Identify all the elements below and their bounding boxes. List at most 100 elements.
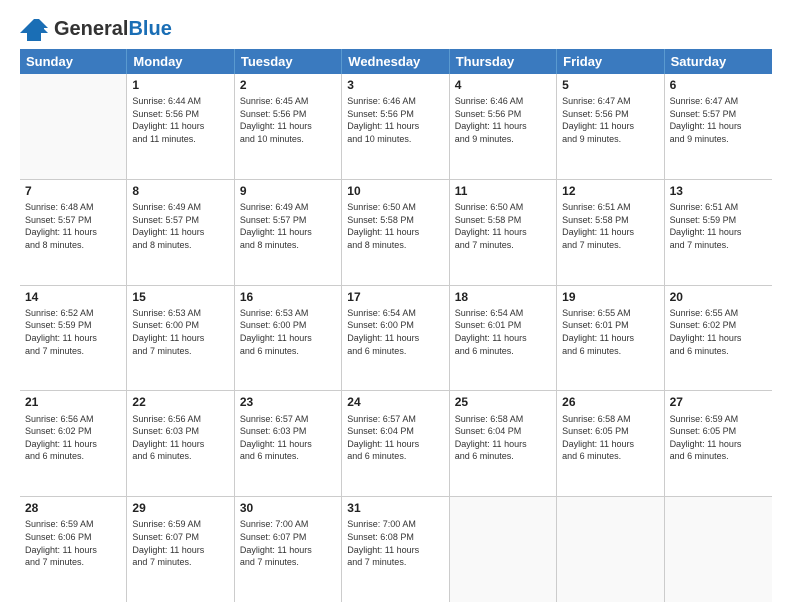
calendar-cell: 25 Sunrise: 6:58 AMSunset: 6:04 PMDayligh… [450,391,557,496]
calendar-cell: 14Sunrise: 6:52 AMSunset: 5:59 PMDayligh… [20,286,127,391]
day-info: Sunrise: 6:46 AMSunset: 5:56 PMDaylight:… [455,95,551,145]
day-info: Sunrise: 6:55 AMSunset: 6:01 PMDaylight:… [562,307,658,357]
calendar-cell: 28 Sunrise: 6:59 AMSunset: 6:06 PMDayligh… [20,497,127,602]
calendar-cell: 22 Sunrise: 6:56 AMSunset: 6:03 PMDayligh… [127,391,234,496]
day-number: 9 [240,183,336,199]
calendar-cell: 19 Sunrise: 6:55 AMSunset: 6:01 PMDayligh… [557,286,664,391]
day-info: Sunrise: 7:00 AMSunset: 6:08 PMDaylight:… [347,518,443,568]
day-number: 18 [455,289,551,305]
day-info: Sunrise: 6:45 AMSunset: 5:56 PMDaylight:… [240,95,336,145]
calendar-cell [450,497,557,602]
calendar-cell: 12 Sunrise: 6:51 AMSunset: 5:58 PMDayligh… [557,180,664,285]
calendar-cell: 1Sunrise: 6:44 AMSunset: 5:56 PMDaylight… [127,74,234,179]
header-day-friday: Friday [557,49,664,74]
day-number: 16 [240,289,336,305]
calendar-cell: 11Sunrise: 6:50 AMSunset: 5:58 PMDayligh… [450,180,557,285]
day-info: Sunrise: 6:51 AMSunset: 5:58 PMDaylight:… [562,201,658,251]
calendar-cell: 13 Sunrise: 6:51 AMSunset: 5:59 PMDayligh… [665,180,772,285]
day-number: 28 [25,500,121,516]
calendar-week-5: 28 Sunrise: 6:59 AMSunset: 6:06 PMDayligh… [20,497,772,602]
calendar-cell: 21Sunrise: 6:56 AMSunset: 6:02 PMDayligh… [20,391,127,496]
calendar-cell: 17Sunrise: 6:54 AMSunset: 6:00 PMDayligh… [342,286,449,391]
day-number: 20 [670,289,767,305]
day-info: Sunrise: 6:49 AMSunset: 5:57 PMDaylight:… [240,201,336,251]
day-number: 10 [347,183,443,199]
day-number: 31 [347,500,443,516]
calendar-week-4: 21Sunrise: 6:56 AMSunset: 6:02 PMDayligh… [20,391,772,497]
day-number: 13 [670,183,767,199]
logo: GeneralBlue [20,18,172,41]
day-number: 30 [240,500,336,516]
day-info: Sunrise: 6:58 AMSunset: 6:05 PMDaylight:… [562,413,658,463]
day-info: Sunrise: 6:46 AMSunset: 5:56 PMDaylight:… [347,95,443,145]
day-number: 6 [670,77,767,93]
day-info: Sunrise: 6:57 AMSunset: 6:03 PMDaylight:… [240,413,336,463]
calendar-cell [665,497,772,602]
day-number: 3 [347,77,443,93]
day-number: 15 [132,289,228,305]
header: GeneralBlue [20,18,772,41]
calendar-cell: 23 Sunrise: 6:57 AMSunset: 6:03 PMDayligh… [235,391,342,496]
calendar-cell: 26 Sunrise: 6:58 AMSunset: 6:05 PMDayligh… [557,391,664,496]
calendar-cell: 2 Sunrise: 6:45 AMSunset: 5:56 PMDaylight… [235,74,342,179]
day-info: Sunrise: 6:58 AMSunset: 6:04 PMDaylight:… [455,413,551,463]
calendar-cell: 16 Sunrise: 6:53 AMSunset: 6:00 PMDayligh… [235,286,342,391]
day-info: Sunrise: 6:47 AMSunset: 5:56 PMDaylight:… [562,95,658,145]
day-info: Sunrise: 6:54 AMSunset: 6:01 PMDaylight:… [455,307,551,357]
day-info: Sunrise: 6:55 AMSunset: 6:02 PMDaylight:… [670,307,767,357]
day-number: 12 [562,183,658,199]
header-day-thursday: Thursday [450,49,557,74]
calendar-cell: 9 Sunrise: 6:49 AMSunset: 5:57 PMDaylight… [235,180,342,285]
day-info: Sunrise: 6:48 AMSunset: 5:57 PMDaylight:… [25,201,121,251]
day-info: Sunrise: 6:52 AMSunset: 5:59 PMDaylight:… [25,307,121,357]
day-number: 19 [562,289,658,305]
calendar-week-3: 14Sunrise: 6:52 AMSunset: 5:59 PMDayligh… [20,286,772,392]
header-day-saturday: Saturday [665,49,772,74]
day-info: Sunrise: 7:00 AMSunset: 6:07 PMDaylight:… [240,518,336,568]
calendar-cell: 10 Sunrise: 6:50 AMSunset: 5:58 PMDayligh… [342,180,449,285]
header-day-wednesday: Wednesday [342,49,449,74]
calendar-header: SundayMondayTuesdayWednesdayThursdayFrid… [20,49,772,74]
calendar-week-1: 1Sunrise: 6:44 AMSunset: 5:56 PMDaylight… [20,74,772,180]
calendar-cell: 15 Sunrise: 6:53 AMSunset: 6:00 PMDayligh… [127,286,234,391]
day-number: 25 [455,394,551,410]
calendar-cell: 18 Sunrise: 6:54 AMSunset: 6:01 PMDayligh… [450,286,557,391]
page: GeneralBlue SundayMondayTuesdayWednesday… [0,0,792,612]
day-info: Sunrise: 6:49 AMSunset: 5:57 PMDaylight:… [132,201,228,251]
day-number: 7 [25,183,121,199]
calendar-week-2: 7 Sunrise: 6:48 AMSunset: 5:57 PMDaylight… [20,180,772,286]
day-info: Sunrise: 6:53 AMSunset: 6:00 PMDaylight:… [240,307,336,357]
calendar-cell: 3 Sunrise: 6:46 AMSunset: 5:56 PMDaylight… [342,74,449,179]
day-number: 22 [132,394,228,410]
day-number: 21 [25,394,121,410]
logo-icon [20,19,48,41]
day-number: 17 [347,289,443,305]
day-number: 1 [132,77,228,93]
header-day-monday: Monday [127,49,234,74]
calendar-body: 1Sunrise: 6:44 AMSunset: 5:56 PMDaylight… [20,74,772,602]
day-number: 26 [562,394,658,410]
day-info: Sunrise: 6:51 AMSunset: 5:59 PMDaylight:… [670,201,767,251]
calendar-cell: 30 Sunrise: 7:00 AMSunset: 6:07 PMDayligh… [235,497,342,602]
day-info: Sunrise: 6:56 AMSunset: 6:03 PMDaylight:… [132,413,228,463]
day-info: Sunrise: 6:50 AMSunset: 5:58 PMDaylight:… [455,201,551,251]
day-info: Sunrise: 6:53 AMSunset: 6:00 PMDaylight:… [132,307,228,357]
calendar-cell [557,497,664,602]
day-number: 27 [670,394,767,410]
day-number: 2 [240,77,336,93]
calendar: SundayMondayTuesdayWednesdayThursdayFrid… [20,49,772,602]
day-number: 29 [132,500,228,516]
day-info: Sunrise: 6:47 AMSunset: 5:57 PMDaylight:… [670,95,767,145]
day-number: 5 [562,77,658,93]
calendar-cell: 8Sunrise: 6:49 AMSunset: 5:57 PMDaylight… [127,180,234,285]
calendar-cell: 4Sunrise: 6:46 AMSunset: 5:56 PMDaylight… [450,74,557,179]
day-info: Sunrise: 6:59 AMSunset: 6:06 PMDaylight:… [25,518,121,568]
day-info: Sunrise: 6:59 AMSunset: 6:05 PMDaylight:… [670,413,767,463]
day-info: Sunrise: 6:50 AMSunset: 5:58 PMDaylight:… [347,201,443,251]
calendar-cell: 29Sunrise: 6:59 AMSunset: 6:07 PMDayligh… [127,497,234,602]
header-day-tuesday: Tuesday [235,49,342,74]
calendar-cell [20,74,127,179]
logo-text: GeneralBlue [54,18,172,41]
day-number: 23 [240,394,336,410]
calendar-cell: 20 Sunrise: 6:55 AMSunset: 6:02 PMDayligh… [665,286,772,391]
